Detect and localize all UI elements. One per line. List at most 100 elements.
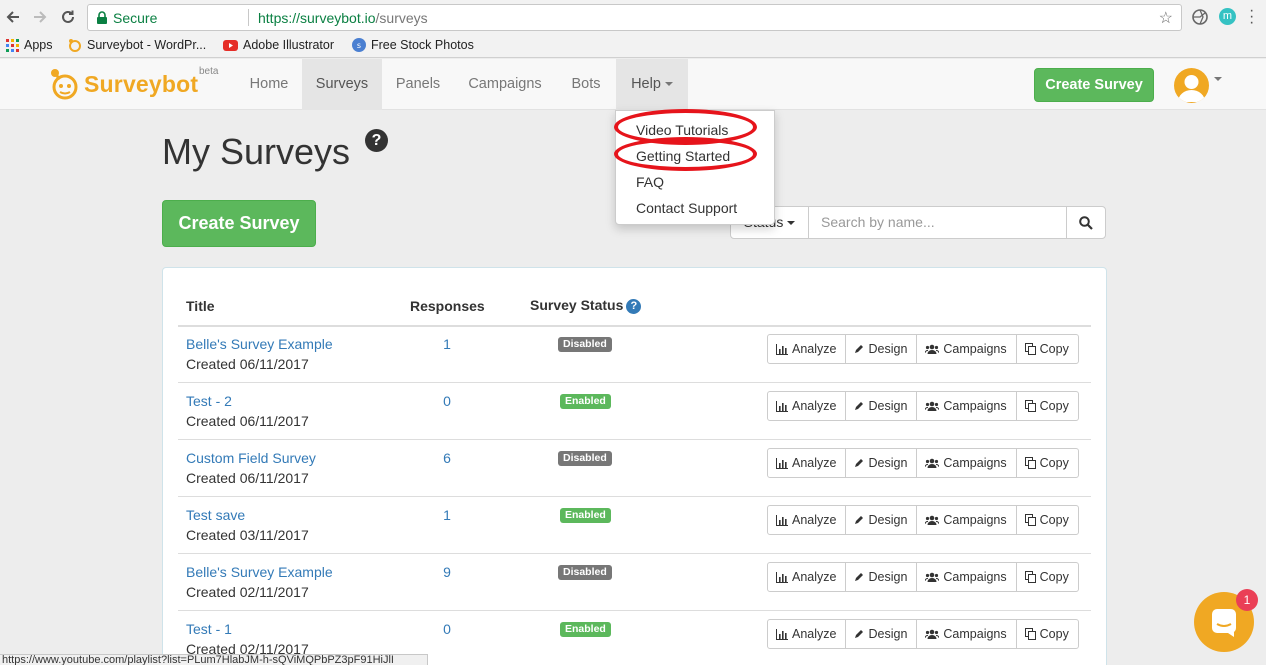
extension-shutter-icon[interactable]: [1191, 8, 1209, 26]
avatar[interactable]: [1174, 68, 1209, 103]
search-input[interactable]: Search by name...: [808, 206, 1067, 239]
campaigns-button[interactable]: Campaigns: [916, 391, 1017, 421]
survey-responses-link[interactable]: 6: [442, 450, 452, 466]
bookmark-label: Surveybot - WordPr...: [87, 38, 207, 52]
nav-home-label: Home: [249, 76, 289, 92]
back-button[interactable]: [3, 7, 23, 27]
design-label: Design: [868, 456, 908, 470]
survey-title-link[interactable]: Test - 2: [186, 393, 232, 409]
column-header-title: Title: [186, 298, 215, 314]
survey-responses-link[interactable]: 9: [442, 564, 452, 580]
survey-title-link[interactable]: Test save: [186, 507, 245, 523]
nav-home[interactable]: Home: [236, 59, 302, 110]
page-title: My Surveys: [162, 131, 351, 172]
surveybot-logo[interactable]: Surveybot: [49, 67, 198, 101]
nav-campaigns[interactable]: Campaigns: [454, 59, 556, 110]
bookmark-surveybot[interactable]: Surveybot - WordPr...: [68, 38, 206, 52]
extension-m-icon[interactable]: m: [1219, 8, 1236, 25]
forward-arrow-icon: [34, 11, 47, 23]
pencil-icon: [855, 630, 864, 638]
nav-panels[interactable]: Panels: [382, 59, 454, 110]
bookmark-label: Apps: [24, 38, 53, 52]
survey-title-link[interactable]: Belle's Survey Example: [186, 336, 333, 352]
campaigns-button[interactable]: Campaigns: [916, 334, 1017, 364]
bar-chart-icon: [776, 571, 788, 583]
survey-created-date: Created 02/11/2017: [186, 584, 309, 600]
survey-responses-link[interactable]: 0: [442, 393, 452, 409]
users-icon: [925, 572, 940, 582]
pencil-icon: [855, 459, 864, 467]
design-button[interactable]: Design: [845, 334, 918, 364]
campaigns-label: Campaigns: [943, 627, 1007, 641]
copy-icon: [1024, 628, 1036, 640]
bookmark-star-icon[interactable]: ☆: [1159, 8, 1173, 28]
survey-created-date: Created 03/11/2017: [186, 527, 309, 543]
row-actions: Analyze Design Campaigns Copy: [767, 391, 1079, 421]
menu-item-contact-support[interactable]: Contact Support: [636, 200, 737, 216]
campaigns-button[interactable]: Campaigns: [916, 619, 1017, 649]
nav-create-survey-button[interactable]: Create Survey: [1034, 68, 1154, 102]
survey-responses-link[interactable]: 1: [442, 507, 452, 523]
campaigns-label: Campaigns: [943, 342, 1007, 356]
table-row: Belle's Survey Example Created 02/11/201…: [178, 554, 1091, 611]
reload-icon: [62, 10, 74, 23]
row-actions: Analyze Design Campaigns Copy: [767, 562, 1079, 592]
analyze-label: Analyze: [792, 627, 837, 641]
status-help-icon[interactable]: ?: [626, 299, 642, 314]
design-button[interactable]: Design: [845, 391, 918, 421]
copy-button[interactable]: Copy: [1015, 505, 1079, 535]
copy-button[interactable]: Copy: [1015, 619, 1079, 649]
bookmark-free-stock-photos[interactable]: s Free Stock Photos: [352, 38, 474, 52]
campaigns-label: Campaigns: [943, 513, 1007, 527]
survey-title-link[interactable]: Test - 1: [186, 621, 232, 637]
address-bar[interactable]: Secure https://surveybot.io/surveys ☆: [87, 4, 1182, 31]
copy-button[interactable]: Copy: [1015, 562, 1079, 592]
design-button[interactable]: Design: [845, 448, 918, 478]
reload-button[interactable]: [58, 7, 78, 27]
analyze-button[interactable]: Analyze: [767, 448, 847, 478]
brand-name: Surveybot: [84, 70, 199, 97]
browser-toolbar: Secure https://surveybot.io/surveys ☆ m …: [0, 0, 1266, 34]
design-button[interactable]: Design: [845, 505, 918, 535]
survey-title-link[interactable]: Custom Field Survey: [186, 450, 316, 466]
copy-icon: [1024, 400, 1036, 412]
design-label: Design: [868, 627, 908, 641]
copy-button[interactable]: Copy: [1015, 391, 1079, 421]
pencil-icon: [855, 402, 864, 410]
users-icon: [925, 458, 940, 468]
browser-menu-icon[interactable]: · · ·: [1249, 3, 1254, 31]
nav-bots[interactable]: Bots: [556, 59, 616, 110]
survey-responses-link[interactable]: 0: [442, 621, 452, 637]
analyze-button[interactable]: Analyze: [767, 505, 847, 535]
search-button[interactable]: [1066, 206, 1106, 239]
campaigns-button[interactable]: Campaigns: [916, 448, 1017, 478]
analyze-button[interactable]: Analyze: [767, 562, 847, 592]
analyze-button[interactable]: Analyze: [767, 334, 847, 364]
create-survey-button[interactable]: Create Survey: [162, 200, 316, 247]
bookmark-apps[interactable]: Apps: [6, 38, 53, 52]
copy-button[interactable]: Copy: [1015, 334, 1079, 364]
back-arrow-icon: [6, 11, 19, 23]
nav-surveys[interactable]: Surveys: [302, 59, 382, 110]
status-badge: Enabled: [560, 394, 611, 409]
copy-button[interactable]: Copy: [1015, 448, 1079, 478]
question-circle-icon[interactable]: ?: [365, 129, 388, 152]
menu-item-faq[interactable]: FAQ: [636, 174, 664, 190]
nav-help[interactable]: Help: [616, 59, 688, 110]
survey-responses-link[interactable]: 1: [442, 336, 452, 352]
forward-button[interactable]: [30, 7, 50, 27]
row-actions: Analyze Design Campaigns Copy: [767, 334, 1079, 364]
survey-title-link[interactable]: Belle's Survey Example: [186, 564, 333, 580]
campaigns-button[interactable]: Campaigns: [916, 505, 1017, 535]
bar-chart-icon: [776, 514, 788, 526]
bar-chart-icon: [776, 400, 788, 412]
analyze-button[interactable]: Analyze: [767, 391, 847, 421]
row-actions: Analyze Design Campaigns Copy: [767, 619, 1079, 649]
design-button[interactable]: Design: [845, 619, 918, 649]
design-label: Design: [868, 399, 908, 413]
survey-created-date: Created 06/11/2017: [186, 413, 309, 429]
campaigns-button[interactable]: Campaigns: [916, 562, 1017, 592]
design-button[interactable]: Design: [845, 562, 918, 592]
analyze-button[interactable]: Analyze: [767, 619, 847, 649]
bookmark-adobe-illustrator[interactable]: Adobe Illustrator: [223, 38, 334, 52]
